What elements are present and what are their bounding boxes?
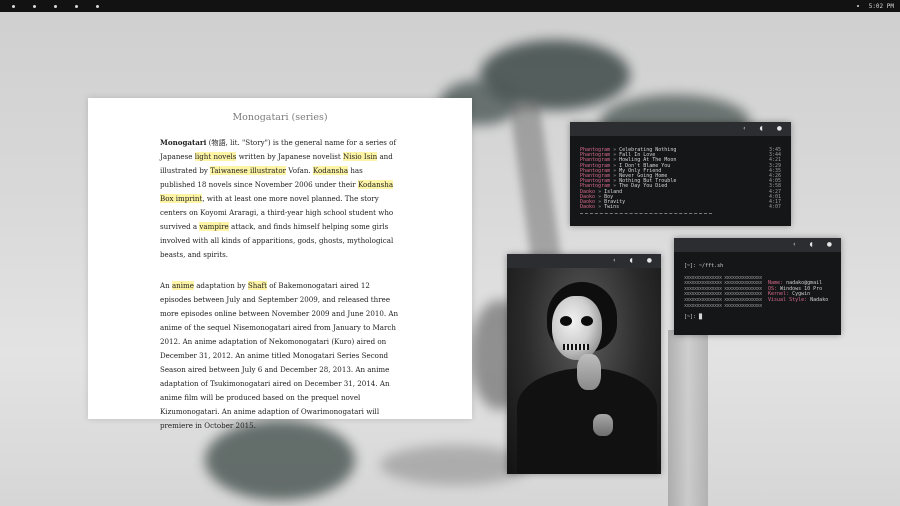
- bonsai-trunk: [509, 98, 561, 262]
- article-link[interactable]: Taiwanese illustrator: [210, 166, 286, 175]
- info-key: Visual Style:: [768, 296, 811, 303]
- minimize-icon[interactable]: ◖: [810, 242, 813, 248]
- article-link[interactable]: Nisio Isin: [342, 152, 378, 161]
- article-text: written by Japanese novelist: [236, 152, 343, 161]
- track-title: The Day You Died: [619, 183, 668, 190]
- terminal-prompt: [~]: █: [684, 314, 703, 321]
- top-bar: 5:02 PM: [0, 0, 900, 12]
- image-viewer-window: ‹ ◖ ●: [507, 254, 661, 474]
- track-duration: 4:07: [768, 204, 781, 211]
- article-text: Vofan.: [285, 166, 313, 175]
- article-text: adaptation by: [193, 281, 248, 290]
- workspace-indicator[interactable]: [33, 4, 36, 8]
- tray-icon[interactable]: [856, 5, 859, 7]
- workspace-indicator[interactable]: [75, 4, 78, 8]
- article-text: An: [160, 281, 172, 290]
- neofetch-terminal-window: ‹ ◖ ● [~]: ~/fft.sh xxxxxxxxxxxxxxx xxxx…: [674, 238, 841, 335]
- minimize-icon[interactable]: ◖: [760, 126, 763, 132]
- track-artist: Daoko: [580, 204, 596, 211]
- stone-pillar: [668, 330, 708, 506]
- track-title: Twins: [604, 204, 620, 211]
- terminal-command: [~]: ~/fft.sh: [684, 263, 724, 269]
- track-row[interactable]: Daoko » Twins 4:07: [580, 205, 781, 210]
- workspace-indicator[interactable]: [96, 4, 99, 8]
- track-list: Phantogram » Celebrating Nothing 3:45 Phan…: [570, 136, 791, 215]
- article-paragraph: Monogatari (物語, lit. "Story") is the gen…: [160, 136, 400, 262]
- neofetch-row: xxxxxxxxxxxxxxx xxxxxxxxxxxxxxx: [684, 304, 831, 310]
- clock: 5:02 PM: [868, 2, 894, 10]
- portrait-hand: [577, 354, 601, 390]
- track-separator: »: [595, 204, 605, 211]
- workspace-indicator[interactable]: [54, 4, 57, 8]
- article-title: Monogatari (series): [232, 112, 328, 123]
- window-titlebar: ‹ ◖ ●: [507, 254, 661, 268]
- window-titlebar: ‹ ◖ ●: [674, 238, 841, 252]
- portrait-eye: [581, 316, 593, 326]
- portrait-teeth: [563, 344, 589, 350]
- music-player-window: ‹ ◖ ● Phantogram » Celebrating Nothing 3:…: [570, 122, 791, 226]
- close-icon[interactable]: ●: [777, 126, 782, 132]
- terminal-body[interactable]: [~]: ~/fft.sh xxxxxxxxxxxxxxx xxxxxxxxxx…: [674, 252, 841, 321]
- minimize-icon[interactable]: ◖: [630, 258, 633, 264]
- ascii-art: xxxxxxxxxxxxxxx xxxxxxxxxxxxxxx: [684, 303, 762, 309]
- neofetch-output: xxxxxxxxxxxxxxx xxxxxxxxxxxxxxx xxxxxxxxx…: [684, 276, 831, 310]
- back-icon[interactable]: ‹: [793, 242, 795, 248]
- workspace-indicator[interactable]: [12, 4, 15, 8]
- back-icon[interactable]: ‹: [613, 258, 615, 264]
- skull-facepaint: [552, 296, 602, 360]
- back-icon[interactable]: ‹: [743, 126, 745, 132]
- portrait-image: [507, 268, 661, 474]
- info-value: Nadako: [810, 296, 829, 303]
- article-text: Monogatari: [160, 138, 207, 147]
- article-window: Monogatari (series) Monogatari (物語, lit.…: [88, 98, 472, 430]
- article-link[interactable]: Shaft: [247, 281, 267, 290]
- article-paragraph: An anime adaptation by Shaft of Bakemono…: [160, 279, 400, 433]
- system-tray: 5:02 PM: [856, 2, 894, 10]
- playback-progress[interactable]: [580, 213, 712, 215]
- portrait-eye: [560, 316, 572, 326]
- article-link[interactable]: vampire: [199, 222, 229, 231]
- article-text: of Bakemonogatari aired 12 episodes betw…: [160, 281, 399, 430]
- article-link[interactable]: anime: [171, 281, 194, 290]
- close-icon[interactable]: ●: [827, 242, 832, 248]
- window-titlebar: ‹ ◖ ●: [570, 122, 791, 136]
- workspace-switcher: [6, 4, 117, 8]
- portrait-hand: [593, 414, 613, 436]
- close-icon[interactable]: ●: [647, 258, 652, 264]
- article-link[interactable]: light novels: [194, 152, 237, 161]
- article-link[interactable]: Kodansha: [312, 166, 349, 175]
